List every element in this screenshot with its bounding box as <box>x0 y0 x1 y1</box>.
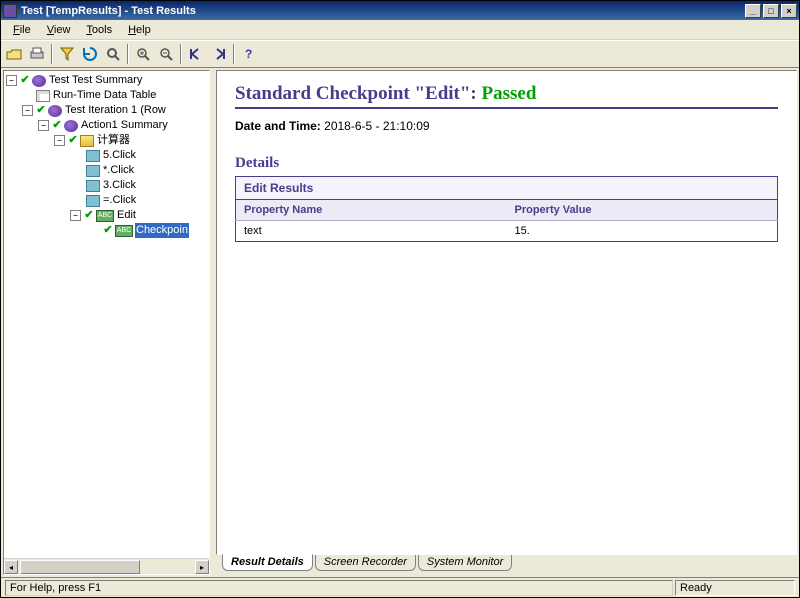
table-section-header: Edit Results <box>236 177 778 200</box>
zoom-in-button[interactable] <box>132 43 154 65</box>
print-button[interactable] <box>26 43 48 65</box>
window-controls: _ □ × <box>745 4 797 18</box>
status-help: For Help, press F1 <box>5 580 673 596</box>
expander-icon[interactable]: − <box>70 210 81 221</box>
tree-edit[interactable]: Edit <box>116 208 137 223</box>
date-time-line: Date and Time: 2018-6-5 - 21:10:09 <box>235 119 778 133</box>
minimize-button[interactable]: _ <box>745 4 761 18</box>
help-button[interactable]: ? <box>238 43 260 65</box>
tree-iteration[interactable]: Test Iteration 1 (Row <box>64 103 167 118</box>
menu-tools[interactable]: Tools <box>78 22 120 38</box>
heading-rule <box>235 107 778 109</box>
menu-view[interactable]: View <box>39 22 79 38</box>
status-ready: Ready <box>675 580 795 596</box>
cell-value: 15. <box>507 221 778 242</box>
cell-name: text <box>236 221 507 242</box>
refresh-button[interactable] <box>79 43 101 65</box>
app-icon <box>3 4 17 18</box>
action-icon <box>64 120 78 132</box>
pass-icon: ✔ <box>102 223 114 238</box>
tree-root[interactable]: Test Test Summary <box>48 73 143 88</box>
menu-help-label: elp <box>136 24 151 36</box>
menu-file-label: ile <box>20 24 31 36</box>
folder-icon <box>80 135 94 147</box>
tree: −✔Test Test Summary Run-Time Data Table … <box>4 71 209 240</box>
tree-step-5[interactable]: 5.Click <box>102 148 137 163</box>
bottom-tabs: Result Details Screen Recorder System Mo… <box>216 555 797 575</box>
tree-step-3[interactable]: 3.Click <box>102 178 137 193</box>
scroll-left-button[interactable]: ◂ <box>4 560 18 574</box>
status-bar: For Help, press F1 Ready <box>1 577 799 597</box>
scroll-thumb[interactable] <box>20 560 140 574</box>
summary-icon <box>32 75 46 87</box>
iteration-icon <box>48 105 62 117</box>
col-property-name: Property Name <box>236 200 507 221</box>
menu-view-label: iew <box>54 24 71 36</box>
step-icon <box>86 180 100 192</box>
window-title: Test [TempResults] - Test Results <box>21 5 745 17</box>
scroll-right-button[interactable]: ▸ <box>195 560 209 574</box>
table-row: text 15. <box>236 221 778 242</box>
tree-step-mul[interactable]: *.Click <box>102 163 135 178</box>
heading-prefix: Standard Checkpoint "Edit": <box>235 83 482 104</box>
expander-icon[interactable]: − <box>38 120 49 131</box>
tree-action[interactable]: Action1 Summary <box>80 118 169 133</box>
tab-result-details[interactable]: Result Details <box>222 554 313 571</box>
tree-step-eq[interactable]: =.Click <box>102 193 137 208</box>
pass-icon: ✔ <box>19 73 31 88</box>
content-area: −✔Test Test Summary Run-Time Data Table … <box>1 68 799 577</box>
step-icon <box>86 165 100 177</box>
details-view: Standard Checkpoint "Edit": Passed Date … <box>216 70 797 555</box>
tab-screen-recorder[interactable]: Screen Recorder <box>315 555 416 571</box>
checkpoint-heading: Standard Checkpoint "Edit": Passed <box>235 83 778 105</box>
step-icon <box>86 195 100 207</box>
title-bar: Test [TempResults] - Test Results _ □ × <box>1 1 799 20</box>
toolbar-separator <box>127 44 129 64</box>
datetime-value: 2018-6-5 - 21:10:09 <box>324 119 429 133</box>
edit-icon: ABC <box>96 210 114 222</box>
expander-icon[interactable]: − <box>54 135 65 146</box>
svg-text:?: ? <box>245 47 252 61</box>
pass-icon: ✔ <box>67 133 79 148</box>
toolbar-separator <box>180 44 182 64</box>
details-panel: Standard Checkpoint "Edit": Passed Date … <box>216 70 797 575</box>
open-button[interactable] <box>3 43 25 65</box>
horizontal-scrollbar[interactable]: ◂ ▸ <box>4 558 209 574</box>
pass-icon: ✔ <box>83 208 95 223</box>
filter-button[interactable] <box>56 43 78 65</box>
menu-file[interactable]: File <box>5 22 39 38</box>
checkpoint-icon: ABC <box>115 225 133 237</box>
toolbar-separator <box>51 44 53 64</box>
step-icon <box>86 150 100 162</box>
pass-icon: ✔ <box>51 118 63 133</box>
toolbar-separator <box>233 44 235 64</box>
prev-button[interactable] <box>185 43 207 65</box>
tree-checkpoint[interactable]: Checkpoin <box>135 223 189 238</box>
toolbar: ? <box>1 40 799 68</box>
datetime-label: Date and Time: <box>235 119 321 133</box>
next-button[interactable] <box>208 43 230 65</box>
col-property-value: Property Value <box>507 200 778 221</box>
grid-icon <box>36 90 50 102</box>
details-heading: Details <box>235 155 778 172</box>
expander-icon[interactable]: − <box>6 75 17 86</box>
pass-icon: ✔ <box>35 103 47 118</box>
tree-data-table[interactable]: Run-Time Data Table <box>52 88 157 103</box>
find-button[interactable] <box>102 43 124 65</box>
zoom-out-button[interactable] <box>155 43 177 65</box>
results-table: Edit Results Property Name Property Valu… <box>235 176 778 242</box>
menu-bar: File View Tools Help <box>1 20 799 40</box>
tree-calculator[interactable]: 计算器 <box>96 133 131 148</box>
maximize-button[interactable]: □ <box>763 4 779 18</box>
menu-help[interactable]: Help <box>120 22 159 38</box>
expander-icon[interactable]: − <box>22 105 33 116</box>
close-button[interactable]: × <box>781 4 797 18</box>
tab-system-monitor[interactable]: System Monitor <box>418 555 512 571</box>
tree-panel: −✔Test Test Summary Run-Time Data Table … <box>3 70 210 575</box>
menu-tools-label: ools <box>92 24 112 36</box>
status-passed: Passed <box>482 83 537 104</box>
